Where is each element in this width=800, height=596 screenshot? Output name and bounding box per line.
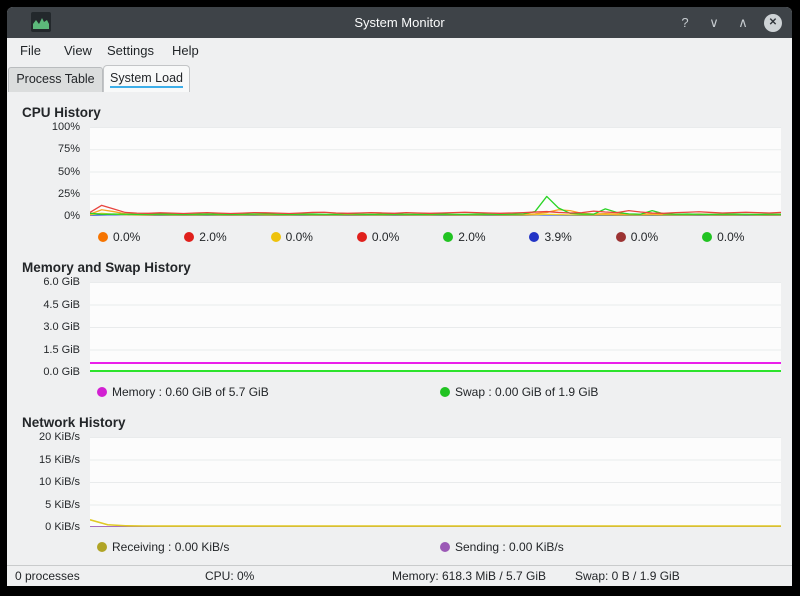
menu-help[interactable]: Help	[172, 38, 199, 64]
cpu-legend-item: 0.0%	[694, 229, 780, 245]
tab-system-load[interactable]: System Load	[103, 65, 190, 92]
menu-view[interactable]: View	[64, 38, 92, 64]
legend-color-dot	[97, 542, 107, 552]
memory-swap-chart	[90, 282, 781, 372]
legend-label: 0.0%	[717, 230, 745, 244]
memory-ytick-label: 4.5 GiB	[43, 298, 80, 311]
legend-color-dot	[615, 232, 626, 242]
cpu-legend-item: 2.0%	[176, 229, 262, 245]
menu-settings[interactable]: Settings	[107, 38, 154, 64]
cpu-y-axis: 100% 75% 50% 25% 0%	[7, 121, 85, 222]
legend-label: 0.0%	[285, 230, 313, 244]
memory-ytick-label: 1.5 GiB	[43, 343, 80, 356]
close-button[interactable]: ✕	[764, 13, 782, 32]
memory-plot	[90, 282, 781, 372]
network-ytick-label: 15 KiB/s	[39, 453, 80, 466]
memory-ytick-label: 3.0 GiB	[43, 321, 80, 333]
network-history-chart	[89, 437, 781, 528]
network-series-receiving	[89, 519, 781, 527]
menubar: File View Settings Help	[7, 38, 792, 64]
legend-color-dot	[702, 232, 713, 242]
help-button[interactable]: ?	[677, 15, 693, 30]
memory-ytick-label: 0.0 GiB	[43, 366, 80, 378]
legend-label: Sending : 0.00 KiB/s	[455, 540, 564, 554]
cpu-legend-item: 2.0%	[435, 229, 521, 245]
status-cpu: CPU: 0%	[205, 569, 255, 583]
window-title: System Monitor	[354, 15, 445, 30]
network-plot	[89, 437, 781, 528]
status-memory: Memory: 618.3 MiB / 5.7 GiB	[392, 569, 547, 583]
cpu-ytick-label: 25%	[57, 187, 80, 200]
network-legend-item: Sending : 0.00 KiB/s	[433, 539, 776, 555]
status-swap: Swap: 0 B / 1.9 GiB	[575, 569, 680, 583]
memory-legend-item: Memory : 0.60 GiB of 5.7 GiB	[90, 384, 433, 400]
maximize-button[interactable]: ∧	[735, 15, 751, 31]
tab-system-load-label: System Load	[110, 71, 183, 88]
legend-label: 0.0%	[630, 230, 659, 244]
cpu-plot	[89, 127, 782, 217]
cpu-legend-item: 0.0%	[349, 229, 435, 245]
cpu-legend-item: 0.0%	[90, 229, 176, 245]
legend-label: Receiving : 0.00 KiB/s	[112, 540, 230, 554]
network-ytick-label: 5 KiB/s	[45, 498, 80, 511]
cpu-legend-item: 0.0%	[263, 229, 349, 245]
menu-file[interactable]: File	[20, 38, 41, 64]
cpu-history-heading: CPU History	[22, 105, 101, 120]
legend-color-dot	[356, 232, 367, 242]
legend-color-dot	[184, 232, 195, 242]
cpu-legend-item: 0.0%	[608, 229, 694, 245]
legend-color-dot	[440, 542, 450, 552]
network-legend-item: Receiving : 0.00 KiB/s	[90, 539, 433, 555]
desktop-background: System Monitor ? ∨ ∧ ✕ File View Setting…	[0, 0, 800, 596]
titlebar[interactable]: System Monitor ? ∨ ∧ ✕	[7, 7, 792, 38]
network-history-heading: Network History	[22, 415, 126, 430]
legend-label: 2.0%	[199, 230, 227, 244]
legend-color-dot	[443, 232, 454, 242]
tab-bar: Process Table System Load	[7, 64, 792, 92]
cpu-ytick-label: 50%	[57, 165, 80, 178]
legend-color-dot	[440, 387, 450, 397]
status-bar: 0 processes CPU: 0% Memory: 618.3 MiB / …	[7, 565, 792, 586]
memory-ytick-label: 6.0 GiB	[43, 276, 80, 288]
legend-label: Swap : 0.00 GiB of 1.9 GiB	[455, 385, 599, 399]
network-legend: Receiving : 0.00 KiB/s Sending : 0.00 KiB…	[90, 539, 776, 555]
network-ytick-label: 10 KiB/s	[39, 476, 80, 488]
titlebar-buttons: ? ∨ ∧ ✕	[677, 7, 782, 38]
cpu-series-cpu-green	[89, 195, 781, 216]
app-window: System Monitor ? ∨ ∧ ✕ File View Setting…	[7, 7, 792, 586]
memory-y-axis: 6.0 GiB 4.5 GiB 3.0 GiB 1.5 GiB 0.0 GiB	[7, 276, 85, 378]
network-y-axis: 20 KiB/s 15 KiB/s 10 KiB/s 5 KiB/s 0 KiB/s	[7, 431, 85, 533]
legend-color-dot	[529, 232, 540, 242]
legend-color-dot	[97, 387, 107, 397]
legend-label: Memory : 0.60 GiB of 5.7 GiB	[112, 385, 269, 399]
cpu-ytick-label: 0%	[64, 210, 80, 222]
cpu-legend-item: 3.9%	[521, 229, 607, 245]
memory-swap-heading: Memory and Swap History	[22, 260, 191, 275]
cpu-series-cpu-red	[89, 204, 782, 215]
legend-label: 3.9%	[544, 230, 572, 244]
legend-label: 2.0%	[458, 230, 486, 244]
cpu-ytick-label: 75%	[57, 143, 80, 156]
memory-legend: Memory : 0.60 GiB of 5.7 GiB Swap : 0.00 …	[90, 384, 776, 400]
legend-color-dot	[270, 232, 281, 242]
cpu-legend: 0.0% 2.0% 0.0% 0.0% 2.0% 3.9% 0.0% 0.0%	[90, 229, 780, 245]
tab-process-table-label: Process Table	[16, 72, 95, 86]
legend-label: 0.0%	[113, 230, 141, 244]
status-processes: 0 processes	[15, 569, 80, 583]
tab-process-table[interactable]: Process Table	[8, 67, 103, 92]
cpu-ytick-label: 100%	[51, 121, 80, 133]
cpu-history-chart	[89, 127, 782, 217]
network-ytick-label: 20 KiB/s	[39, 431, 80, 443]
legend-label: 0.0%	[371, 230, 400, 244]
network-ytick-label: 0 KiB/s	[45, 521, 80, 533]
memory-legend-item: Swap : 0.00 GiB of 1.9 GiB	[433, 384, 776, 400]
minimize-button[interactable]: ∨	[706, 15, 722, 31]
legend-color-dot	[98, 232, 108, 242]
